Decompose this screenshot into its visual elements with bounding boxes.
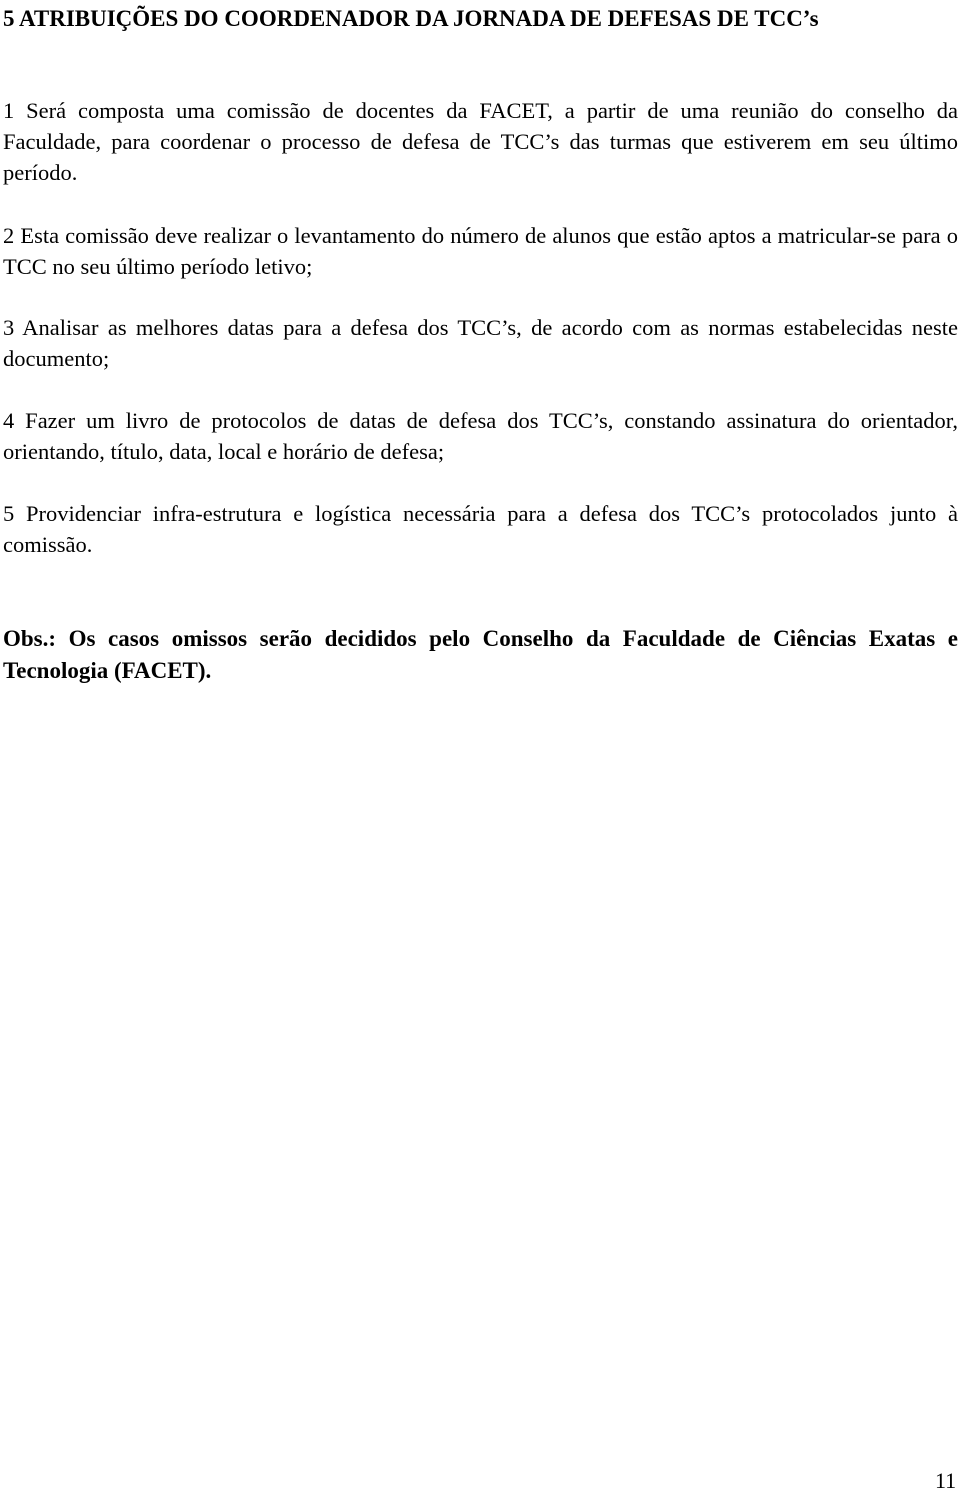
- list-item: 3 Analisar as melhores datas para a defe…: [3, 315, 958, 371]
- list-item: 1 Será composta uma comissão de docentes…: [3, 98, 958, 185]
- observation-text: Os casos omissos serão decididos pelo Co…: [3, 626, 958, 683]
- list-item: 2 Esta comissão deve realizar o levantam…: [3, 223, 958, 279]
- page-number: 11: [935, 1468, 957, 1493]
- observation-note: Obs.: Os casos omissos serão decididos p…: [3, 623, 958, 687]
- observation-label: Obs.:: [3, 626, 57, 651]
- section-heading: 5 ATRIBUIÇÕES DO COORDENADOR DA JORNADA …: [3, 6, 819, 31]
- list-item: 5 Providenciar infra-estrutura e logísti…: [3, 501, 958, 557]
- list-item: 4 Fazer um livro de protocolos de datas …: [3, 408, 958, 464]
